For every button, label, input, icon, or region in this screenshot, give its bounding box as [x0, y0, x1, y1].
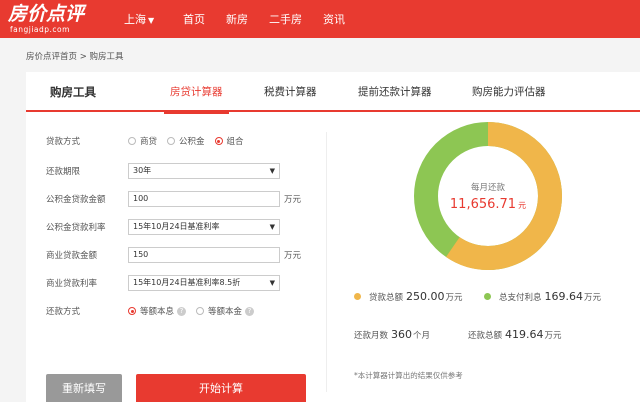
term-value: 30年 — [133, 166, 152, 175]
fund-amount-input[interactable]: 100 — [128, 191, 280, 207]
nav-second-hand[interactable]: 二手房 — [269, 11, 302, 27]
calculate-button[interactable]: 开始计算 — [136, 374, 306, 402]
nav-news[interactable]: 资讯 — [323, 11, 345, 27]
donut-center: 每月还款 11,656.71 元 — [412, 120, 564, 272]
repay-method-label: 还款方式 — [46, 307, 81, 317]
tab-tax-calculator[interactable]: 税费计算器 — [264, 72, 317, 112]
months-stat: 还款月数 360 个月 — [354, 328, 430, 341]
chevron-down-icon: ▼ — [148, 16, 155, 25]
loan-total-unit: 万元 — [445, 292, 463, 303]
repay-total-stat: 还款总额 419.64 万元 — [468, 328, 562, 341]
radio-circle-icon — [167, 137, 176, 145]
radio-equal-installment[interactable]: 等额本息? — [128, 305, 187, 317]
comm-rate-row: 商业贷款利率 15年10月24日基准利率8.5折 ▼ — [46, 274, 280, 292]
tab-affordability-estimator[interactable]: 购房能力评估器 — [472, 72, 546, 112]
logo-text: 房价点评 — [8, 3, 85, 25]
fund-rate-label: 公积金贷款利率 — [46, 223, 106, 233]
radio-checked-icon — [128, 307, 136, 315]
radio-checked-icon — [214, 137, 223, 145]
comm-amount-unit: 万元 — [284, 251, 302, 261]
city-selector[interactable]: 上海 ▼ — [124, 11, 154, 27]
interest-value: 169.64 — [544, 290, 584, 303]
radio-commercial[interactable]: 商贷 — [128, 135, 157, 147]
tool-section-title-text: 购房工具 — [50, 85, 96, 99]
comm-rate-value: 15年10月24日基准利率8.5折 — [133, 278, 241, 287]
repay-method-row: 还款方式 等额本息? 等额本金? — [46, 302, 264, 320]
dropdown-arrow-icon: ▼ — [269, 223, 275, 231]
radio-circle-icon — [128, 137, 136, 145]
months-label: 还款月数 — [354, 330, 389, 341]
site-logo[interactable]: 房价点评 fangjiadp.com — [8, 3, 84, 34]
top-bar: 房价点评 fangjiadp.com 上海 ▼ 首页 新房 二手房 资讯 — [0, 0, 640, 38]
radio-label: 等额本息 — [140, 307, 175, 317]
legend-dot-interest — [484, 293, 491, 300]
repay-total-label: 还款总额 — [468, 330, 503, 341]
fund-rate-select[interactable]: 15年10月24日基准利率 ▼ — [128, 219, 280, 235]
term-select[interactable]: 30年 ▼ — [128, 163, 280, 179]
nav-home[interactable]: 首页 — [183, 11, 205, 27]
city-name: 上海 — [124, 13, 146, 26]
fund-rate-row: 公积金贷款利率 15年10月24日基准利率 ▼ — [46, 218, 280, 236]
dropdown-arrow-icon: ▼ — [269, 279, 275, 287]
fund-amount-label: 公积金贷款金额 — [46, 195, 106, 205]
radio-combined[interactable]: 组合 — [214, 135, 244, 147]
radio-label: 组合 — [226, 137, 244, 147]
fund-amount-row: 公积金贷款金额 100 万元 — [46, 190, 301, 208]
nav-new-house[interactable]: 新房 — [226, 11, 248, 27]
tool-section-title: 购房工具 — [26, 72, 126, 112]
radio-circle-icon — [196, 307, 205, 315]
tool-panel: 购房工具 房贷计算器 税费计算器 提前还款计算器 购房能力评估器 贷款方式 商贷… — [26, 72, 640, 402]
loan-type-row: 贷款方式 商贷 公积金 组合 — [46, 132, 254, 150]
monthly-payment-value: 11,656.71 元 — [450, 197, 526, 212]
panel-divider — [326, 132, 327, 392]
radio-equal-principal[interactable]: 等额本金? — [196, 305, 255, 317]
comm-amount-input[interactable]: 150 — [128, 247, 280, 263]
disclaimer-note: *本计算器计算出的结果仅供参考 — [354, 371, 463, 380]
monthly-payment-amount: 11,656.71 — [449, 196, 517, 212]
term-row: 还款期限 30年 ▼ — [46, 162, 280, 180]
radio-label: 商贷 — [140, 137, 158, 147]
dropdown-arrow-icon: ▼ — [269, 167, 275, 175]
loan-type-label: 贷款方式 — [46, 137, 81, 147]
fund-amount-unit: 万元 — [284, 195, 302, 205]
tab-prepayment-calculator[interactable]: 提前还款计算器 — [358, 72, 432, 112]
fund-rate-value: 15年10月24日基准利率 — [133, 222, 220, 231]
tool-tabs: 购房工具 房贷计算器 税费计算器 提前还款计算器 购房能力评估器 — [26, 72, 640, 114]
comm-rate-label: 商业贷款利率 — [46, 279, 98, 289]
breadcrumb[interactable]: 房价点评首页 > 购房工具 — [26, 50, 124, 62]
months-value: 360 — [391, 328, 413, 341]
reset-button[interactable]: 重新填写 — [46, 374, 122, 402]
monthly-payment-unit: 元 — [518, 200, 527, 210]
interest-label: 总支付利息 — [499, 292, 542, 303]
loan-total-label: 贷款总额 — [369, 292, 404, 303]
logo-domain: fangjiadp.com — [10, 25, 70, 34]
comm-rate-select[interactable]: 15年10月24日基准利率8.5折 ▼ — [128, 275, 280, 291]
interest-stat: 总支付利息 169.64 万元 — [484, 290, 601, 303]
result-panel: 每月还款 11,656.71 元 贷款总额 250.00 万元 总支付利息 169… — [332, 112, 632, 402]
repay-total-unit: 万元 — [544, 330, 562, 341]
help-icon[interactable]: ? — [245, 306, 255, 316]
repay-total-value: 419.64 — [505, 328, 544, 341]
comm-amount-row: 商业贷款金额 150 万元 — [46, 246, 301, 264]
interest-unit: 万元 — [584, 292, 602, 303]
loan-form: 贷款方式 商贷 公积金 组合 还款期限 30年 ▼ 公积金贷款金额 100 万元 … — [26, 112, 326, 402]
monthly-payment-label: 每月还款 — [470, 182, 505, 193]
radio-label: 等额本金 — [208, 307, 243, 317]
comm-amount-label: 商业贷款金额 — [46, 251, 98, 261]
tab-mortgage-calculator[interactable]: 房贷计算器 — [164, 72, 228, 114]
legend-dot-loan — [354, 293, 361, 300]
radio-provident-fund[interactable]: 公积金 — [167, 135, 205, 147]
loan-total-value: 250.00 — [406, 290, 445, 303]
main-nav: 首页 新房 二手房 资讯 — [183, 11, 345, 27]
months-unit: 个月 — [413, 330, 431, 341]
radio-label: 公积金 — [179, 137, 205, 147]
term-label: 还款期限 — [46, 167, 81, 177]
loan-total-stat: 贷款总额 250.00 万元 — [354, 290, 463, 303]
help-icon[interactable]: ? — [177, 306, 187, 316]
